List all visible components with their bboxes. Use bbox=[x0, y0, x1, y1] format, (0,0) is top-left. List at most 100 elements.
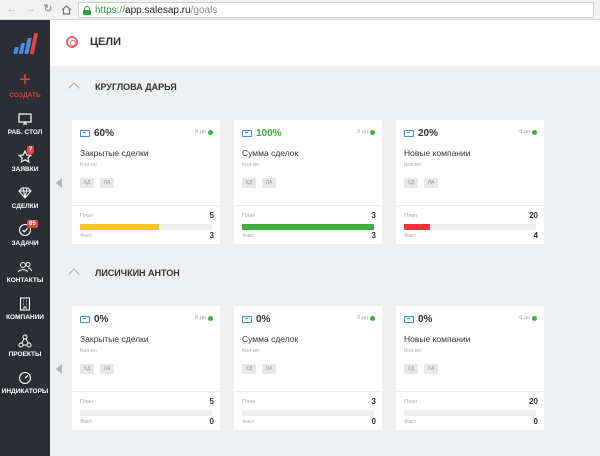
building-icon bbox=[17, 297, 33, 311]
assignee-tag[interactable]: ХД bbox=[242, 364, 256, 374]
fact-value: 0 bbox=[209, 417, 214, 426]
goal-card[interactable]: 0% 8 дн Новые компании Кол-во ХД ЛА План… bbox=[396, 306, 544, 430]
goal-card[interactable]: 0% 8 дн Закрытые сделки Кол-во ХД ЛА Пла… bbox=[72, 306, 220, 430]
goal-name[interactable]: Закрытые сделки bbox=[80, 334, 149, 344]
sidebar-item-requests[interactable]: 7 ЗАЯВКИ bbox=[0, 146, 50, 173]
section-header[interactable]: ЛИСИЧКИН АНТОН bbox=[50, 267, 600, 281]
goal-percent: 100% bbox=[256, 128, 282, 139]
logo-icon[interactable] bbox=[12, 32, 39, 54]
sidebar-item-deals[interactable]: СДЕЛКИ bbox=[0, 186, 50, 210]
goal-card[interactable]: 60% 8 дн Закрытые сделки Кол-во ХД ЛА Пл… bbox=[72, 120, 220, 244]
plus-icon: + bbox=[19, 69, 31, 91]
goal-card[interactable]: 100% 8 дн Сумма сделок Кол-во ХД ЛА План… bbox=[234, 120, 382, 244]
assignee-tag[interactable]: ЛА bbox=[262, 178, 276, 188]
star-icon: 7 bbox=[17, 146, 35, 163]
main-content: ЦЕЛИ КРУГЛОВА ДАРЬЯ ЛИСИЧКИН АНТОН 60% 8… bbox=[50, 20, 600, 456]
fact-value: 3 bbox=[209, 231, 214, 240]
plan-value: 3 bbox=[371, 211, 376, 220]
create-button[interactable]: + СОЗДАТЬ bbox=[0, 70, 50, 99]
fact-value: 4 bbox=[533, 231, 538, 240]
projects-icon bbox=[17, 334, 33, 348]
goal-card[interactable]: 0% 8 дн Сумма сделок Кол-во ХД ЛА План 3… bbox=[234, 306, 382, 430]
goal-unit: Кол-во bbox=[80, 348, 98, 354]
sidebar-item-label: СДЕЛКИ bbox=[11, 203, 39, 210]
goal-unit: Кол-во bbox=[80, 162, 98, 168]
goal-card[interactable]: 20% 8 дн Новые компании Кол-во ХД ЛА Пла… bbox=[396, 120, 544, 244]
progress-bar bbox=[404, 410, 536, 416]
assignee-tag[interactable]: ЛА bbox=[262, 364, 276, 374]
sidebar-item-label: ИНДИКАТОРЫ bbox=[1, 388, 49, 395]
address-bar[interactable]: https:// app.salesap.ru /goals bbox=[78, 2, 594, 18]
assignee-tag[interactable]: ЛА bbox=[100, 178, 114, 188]
target-icon bbox=[66, 36, 78, 48]
goal-period: 8 дн bbox=[519, 315, 530, 321]
home-icon[interactable] bbox=[60, 4, 72, 16]
fact-value: 0 bbox=[533, 417, 538, 426]
fact-label: Факт bbox=[242, 233, 255, 239]
sidebar-item-label: ЗАДАЧИ bbox=[11, 240, 39, 247]
chevron-up-icon[interactable] bbox=[68, 82, 80, 94]
chevron-up-icon[interactable] bbox=[68, 268, 80, 280]
sidebar-item-indicators[interactable]: ИНДИКАТОРЫ bbox=[0, 371, 50, 395]
progress-bar bbox=[80, 410, 212, 416]
scroll-left-arrow-icon[interactable] bbox=[56, 178, 62, 188]
assignee-tag[interactable]: ЛА bbox=[424, 364, 438, 374]
progress-fill bbox=[80, 224, 160, 230]
goal-icon bbox=[404, 130, 414, 137]
plan-label: План bbox=[404, 399, 418, 405]
fact-label: Факт bbox=[404, 233, 417, 239]
goal-percent: 60% bbox=[94, 128, 115, 139]
reload-icon[interactable]: ↻ bbox=[42, 4, 54, 16]
assignee-tag[interactable]: ХД bbox=[404, 364, 418, 374]
goal-icon bbox=[242, 316, 252, 323]
forward-arrow-icon[interactable]: → bbox=[24, 4, 36, 16]
goal-name[interactable]: Новые компании bbox=[404, 148, 471, 158]
sidebar-item-dashboard[interactable]: РАБ. СТОЛ bbox=[0, 112, 50, 136]
sidebar-item-companies[interactable]: КОМПАНИИ bbox=[0, 297, 50, 321]
goal-header: 60% bbox=[80, 128, 114, 139]
sidebar-item-contacts[interactable]: КОНТАКТЫ bbox=[0, 260, 50, 284]
plan-label: План bbox=[242, 213, 256, 219]
url-path: /goals bbox=[190, 4, 218, 16]
sidebar-item-projects[interactable]: ПРОЕКТЫ bbox=[0, 334, 50, 358]
back-arrow-icon[interactable]: ← bbox=[6, 4, 18, 16]
plan-value: 20 bbox=[529, 211, 538, 220]
gauge-icon bbox=[17, 371, 33, 385]
assignee-tag[interactable]: ХД bbox=[80, 364, 94, 374]
fact-value: 3 bbox=[371, 231, 376, 240]
assignee-tag[interactable]: ХД bbox=[404, 178, 418, 188]
goal-unit: Кол-во bbox=[404, 162, 422, 168]
goal-name[interactable]: Новые компании bbox=[404, 334, 471, 344]
diamond-icon bbox=[17, 186, 33, 200]
goal-name[interactable]: Сумма сделок bbox=[242, 148, 298, 158]
sidebar-item-label: РАБ. СТОЛ bbox=[7, 129, 43, 136]
assignee-tag[interactable]: ХД bbox=[242, 178, 256, 188]
plan-label: План bbox=[80, 399, 94, 405]
status-dot-icon bbox=[370, 130, 375, 135]
browser-toolbar: ← → ↻ https:// app.salesap.ru /goals bbox=[0, 0, 600, 20]
sidebar-item-tasks[interactable]: 85 ЗАДАЧИ bbox=[0, 220, 50, 247]
progress-bar bbox=[242, 224, 374, 230]
goal-period: 8 дн bbox=[195, 315, 206, 321]
status-dot-icon bbox=[208, 316, 213, 321]
goal-percent: 20% bbox=[418, 128, 439, 139]
assignee-tag[interactable]: ЛА bbox=[100, 364, 114, 374]
plan-label: План bbox=[404, 213, 418, 219]
section-header[interactable]: КРУГЛОВА ДАРЬЯ bbox=[50, 81, 600, 95]
assignee-tag[interactable]: ХД bbox=[80, 178, 94, 188]
card-divider bbox=[396, 391, 544, 392]
goal-unit: Кол-во bbox=[404, 348, 422, 354]
section-name: ЛИСИЧКИН АНТОН bbox=[95, 268, 180, 278]
plan-value: 5 bbox=[209, 211, 214, 220]
fact-label: Факт bbox=[80, 419, 93, 425]
goal-name[interactable]: Сумма сделок bbox=[242, 334, 298, 344]
goal-header: 100% bbox=[242, 128, 282, 139]
scroll-left-arrow-icon[interactable] bbox=[56, 364, 62, 374]
goal-unit: Кол-во bbox=[242, 162, 260, 168]
fact-value: 0 bbox=[371, 417, 376, 426]
sidebar-item-label: ПРОЕКТЫ bbox=[8, 351, 42, 358]
users-icon bbox=[17, 260, 33, 274]
goal-name[interactable]: Закрытые сделки bbox=[80, 148, 149, 158]
card-divider bbox=[234, 205, 382, 206]
assignee-tag[interactable]: ЛА bbox=[424, 178, 438, 188]
